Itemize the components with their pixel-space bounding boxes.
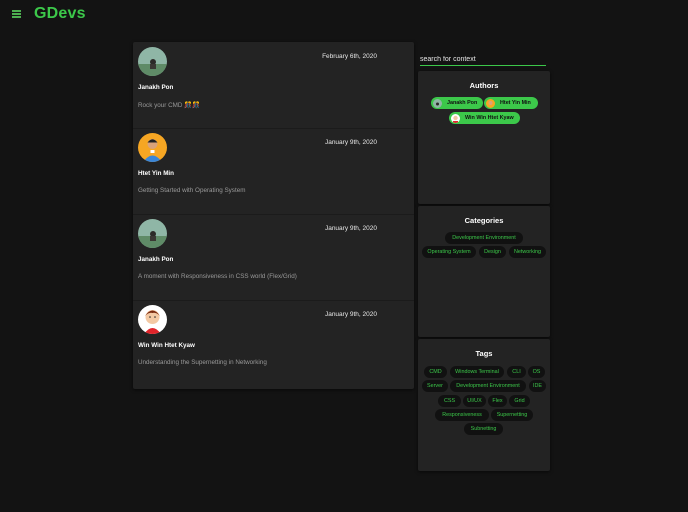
tag-chip[interactable]: Responsiveness [435, 409, 489, 421]
hamburger-menu-icon[interactable] [12, 10, 21, 18]
category-chip[interactable]: Development Environment [445, 232, 523, 244]
tag-chip[interactable]: CSS [438, 395, 461, 407]
author-chip-label: Janakh Pon [447, 100, 478, 106]
post-date: January 9th, 2020 [324, 139, 377, 146]
top-bar: GDevs [0, 0, 688, 30]
post-date: January 9th, 2020 [324, 311, 377, 318]
author-chip[interactable]: Htet Yin Min [484, 97, 538, 109]
tag-chip[interactable]: Windows Terminal [450, 366, 504, 378]
post-title[interactable]: Getting Started with Operating System [138, 187, 245, 194]
tag-chip[interactable]: Flex [488, 395, 507, 407]
tag-chip[interactable]: Subnetting [464, 423, 503, 435]
author-chip-label: Htet Yin Min [500, 100, 531, 106]
avatar [138, 219, 167, 248]
avatar [451, 113, 460, 123]
avatar [138, 305, 167, 334]
avatar [138, 133, 167, 162]
tags-heading: Tags [475, 349, 493, 358]
avatar [433, 98, 442, 108]
tag-chip[interactable]: Supernetting [491, 409, 533, 421]
tag-chip[interactable]: Server [422, 380, 448, 392]
post-title[interactable]: Understanding the Supernetting in Networ… [138, 359, 267, 366]
avatar [138, 47, 167, 76]
post-date: January 9th, 2020 [324, 225, 377, 232]
tag-chip[interactable]: UI/UX [463, 395, 486, 407]
post-list: February 6th, 2020 Janakh Pon Rock your … [133, 42, 414, 389]
category-chip[interactable]: Design [479, 246, 506, 258]
post-date: February 6th, 2020 [322, 53, 377, 60]
tag-chip[interactable]: IDE [529, 380, 546, 392]
tag-chip[interactable]: Development Environment [450, 380, 526, 392]
post-card[interactable]: January 9th, 2020 Htet Yin Min Getting S… [133, 128, 414, 215]
authors-heading: Authors [469, 81, 499, 90]
author-chip[interactable]: Janakh Pon [431, 97, 483, 109]
categories-panel: Categories Development Environment Opera… [418, 206, 550, 337]
post-title[interactable]: Rock your CMD 🎊🎊 [138, 101, 200, 109]
tag-chip[interactable]: CLI [507, 366, 526, 378]
tag-chip[interactable]: Grid [509, 395, 530, 407]
post-author[interactable]: Janakh Pon [138, 84, 173, 91]
author-chip-label: Win Win Htet Kyaw [465, 115, 514, 121]
category-chip[interactable]: Operating System [422, 246, 476, 258]
tag-chip[interactable]: OS [528, 366, 545, 378]
post-author[interactable]: Win Win Htet Kyaw [138, 342, 195, 349]
post-title[interactable]: A moment with Responsiveness in CSS worl… [138, 273, 297, 280]
authors-panel: Authors Janakh Pon Htet Yin Min Win Win … [418, 71, 550, 204]
post-card[interactable]: February 6th, 2020 Janakh Pon Rock your … [133, 42, 414, 129]
avatar [486, 98, 495, 108]
search-input[interactable] [420, 53, 546, 66]
tags-panel: Tags CMD Windows Terminal CLI OS Server … [418, 339, 550, 471]
post-author[interactable]: Janakh Pon [138, 256, 173, 263]
author-chip[interactable]: Win Win Htet Kyaw [449, 112, 520, 124]
tag-chip[interactable]: CMD [424, 366, 447, 378]
post-card[interactable]: January 9th, 2020 Win Win Htet Kyaw Unde… [133, 300, 414, 386]
post-card[interactable]: January 9th, 2020 Janakh Pon A moment wi… [133, 214, 414, 301]
categories-heading: Categories [464, 216, 504, 225]
category-chip[interactable]: Networking [509, 246, 546, 258]
post-author[interactable]: Htet Yin Min [138, 170, 174, 177]
brand-logo[interactable]: GDevs [34, 5, 86, 23]
